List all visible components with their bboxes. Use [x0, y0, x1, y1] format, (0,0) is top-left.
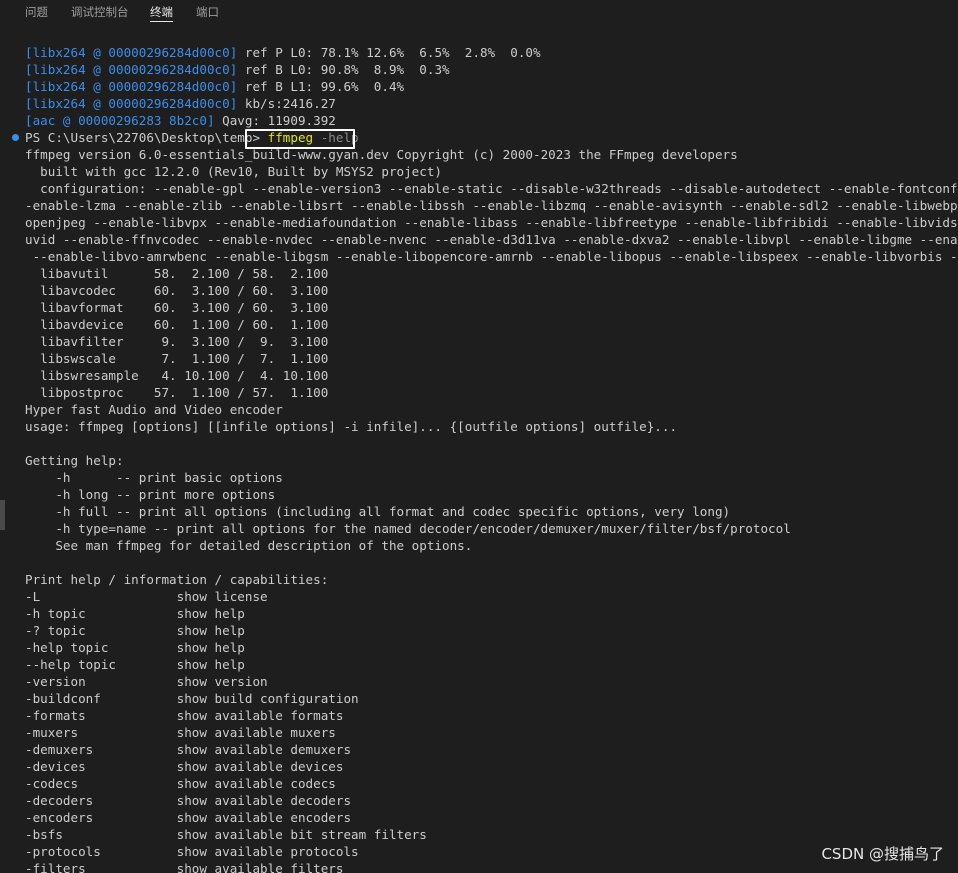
tab-debug-console[interactable]: 调试控制台	[71, 4, 129, 20]
output-line: --help topic show help	[25, 657, 245, 672]
output-line: -codecs show available codecs	[25, 776, 336, 791]
output-line: -help topic show help	[25, 640, 245, 655]
output-line: -protocols show available protocols	[25, 844, 359, 859]
log-line: [libx264 @ 00000296284d00c0] ref P L0: 7…	[25, 45, 541, 60]
log-line: [libx264 @ 00000296284d00c0] kb/s:2416.2…	[25, 96, 336, 111]
output-line: -muxers show available muxers	[25, 725, 336, 740]
output-line: libavfilter 9. 3.100 / 9. 3.100	[25, 334, 329, 349]
watermark: CSDN @搜捕鸟了	[821, 845, 944, 863]
output-line: Print help / information / capabilities:	[25, 572, 329, 587]
output-line: -bsfs show available bit stream filters	[25, 827, 427, 842]
output-line: uvid --enable-ffnvcodec --enable-nvdec -…	[25, 232, 958, 247]
output-line: --enable-libvo-amrwbenc --enable-libgsm …	[25, 249, 958, 264]
output-line: -filters show available filters	[25, 861, 344, 873]
output-line: libswscale 7. 1.100 / 7. 1.100	[25, 351, 329, 366]
output-line: -h full -- print all options (including …	[25, 504, 731, 519]
output-line: -L show license	[25, 589, 268, 604]
output-line: libavformat 60. 3.100 / 60. 3.100	[25, 300, 329, 315]
command-status-dot-icon[interactable]	[12, 134, 19, 141]
panel-tab-bar: 问题 调试控制台 终端 端口	[0, 0, 958, 24]
output-line: libavdevice 60. 1.100 / 60. 1.100	[25, 317, 329, 332]
prompt-path: PS C:\Users\22706\Desktop\temp>	[25, 130, 268, 145]
output-line: -formats show available formats	[25, 708, 344, 723]
output-line: -h topic show help	[25, 606, 245, 621]
output-line: -h type=name -- print all options for th…	[25, 521, 791, 536]
tab-problems[interactable]: 问题	[25, 4, 48, 20]
output-line: -h -- print basic options	[25, 470, 283, 485]
output-line: -demuxers show available demuxers	[25, 742, 352, 757]
output-line: libswresample 4. 10.100 / 4. 10.100	[25, 368, 329, 383]
log-line: [aac @ 00000296283 8b2c0] Qavg: 11909.39…	[25, 113, 336, 128]
terminal-output[interactable]: [libx264 @ 00000296284d00c0] ref P L0: 7…	[0, 44, 958, 873]
output-line: openjpeg --enable-libvpx --enable-mediaf…	[25, 215, 958, 230]
output-line: Getting help:	[25, 453, 124, 468]
tab-ports[interactable]: 端口	[196, 4, 219, 20]
output-line: -decoders show available decoders	[25, 793, 352, 808]
output-line: See man ffmpeg for detailed description …	[25, 538, 473, 553]
output-line: ffmpeg version 6.0-essentials_build-www.…	[25, 147, 738, 162]
tab-terminal[interactable]: 终端	[150, 4, 173, 22]
output-line: -? topic show help	[25, 623, 245, 638]
output-line: built with gcc 12.2.0 (Rev10, Built by M…	[25, 164, 443, 179]
output-line: configuration: --enable-gpl --enable-ver…	[25, 181, 958, 196]
log-line: [libx264 @ 00000296284d00c0] ref B L0: 9…	[25, 62, 450, 77]
output-line: -devices show available devices	[25, 759, 344, 774]
output-line: usage: ffmpeg [options] [[infile options…	[25, 419, 678, 434]
output-line: -enable-lzma --enable-zlib --enable-libs…	[25, 198, 958, 213]
command-highlight-box	[245, 129, 355, 149]
log-line: [libx264 @ 00000296284d00c0] ref B L1: 9…	[25, 79, 405, 94]
output-line: -encoders show available encoders	[25, 810, 352, 825]
output-line: -buildconf show build configuration	[25, 691, 359, 706]
output-line: libavcodec 60. 3.100 / 60. 3.100	[25, 283, 329, 298]
output-line: libavutil 58. 2.100 / 58. 2.100	[25, 266, 329, 281]
output-line: -version show version	[25, 674, 268, 689]
output-line: libpostproc 57. 1.100 / 57. 1.100	[25, 385, 329, 400]
output-line: Hyper fast Audio and Video encoder	[25, 402, 283, 417]
output-line: -h long -- print more options	[25, 487, 276, 502]
